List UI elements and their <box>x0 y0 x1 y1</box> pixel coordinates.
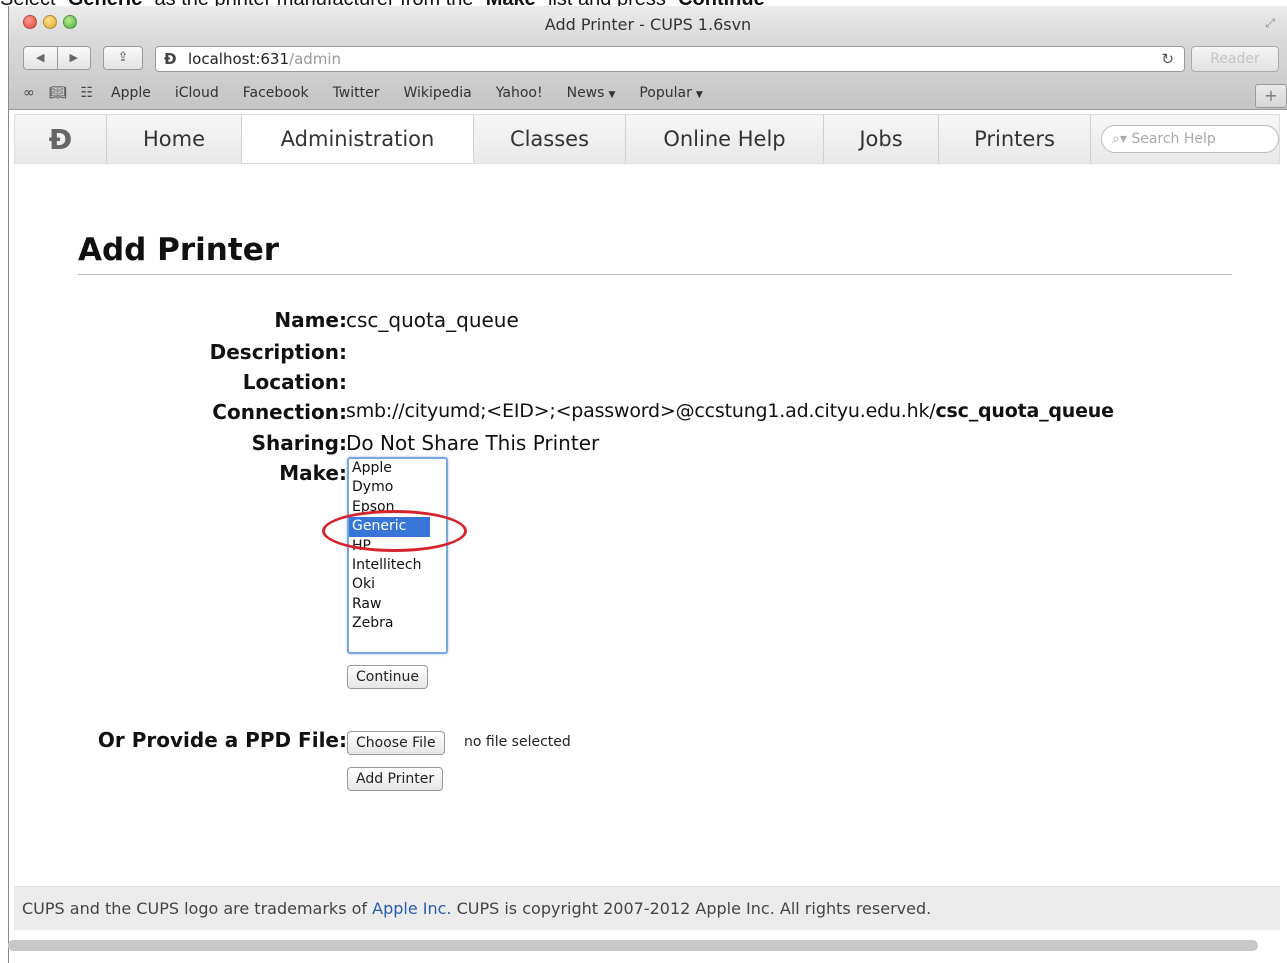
cups-nav-bar: Ɖ Home Administration Classes Online Hel… <box>14 114 1280 164</box>
bookmark-tools: ∞ 📖︎ ☷ <box>23 85 93 101</box>
reading-list-icon[interactable]: ∞ <box>23 85 35 101</box>
name-value: csc_quota_queue <box>346 308 519 332</box>
apple-inc-link[interactable]: Apple Inc. <box>372 899 451 918</box>
connection-uri: smb://cityumd;<EID>;<password>@ccstung1.… <box>346 400 936 422</box>
horizontal-scrollbar[interactable] <box>8 940 1258 951</box>
bookmark-item[interactable]: iCloud <box>175 85 219 101</box>
search-placeholder: Search Help <box>1131 131 1216 147</box>
tab-administration[interactable]: Administration <box>242 115 474 163</box>
make-label: Make: <box>279 461 347 485</box>
connection-queue-name: csc_quota_queue <box>935 400 1114 422</box>
dropdown-arrow-icon: ▼ <box>608 89 616 100</box>
tab-online-help[interactable]: Online Help <box>626 115 824 163</box>
footer: CUPS and the CUPS logo are trademarks of… <box>14 886 1280 930</box>
page-title: Add Printer <box>78 230 1232 275</box>
continue-button[interactable]: Continue <box>347 665 428 689</box>
address-bar[interactable]: Ɖ localhost:631/admin ↻ <box>155 46 1185 72</box>
fullscreen-icon[interactable]: ⤢ <box>1265 16 1275 31</box>
tab-home[interactable]: Home <box>107 115 242 163</box>
forward-button[interactable]: ▶ <box>58 47 91 69</box>
bookmark-folder-popular[interactable]: Popular ▼ <box>639 85 702 101</box>
make-option-oki[interactable]: Oki <box>349 575 446 594</box>
bookmark-item[interactable]: Yahoo! <box>496 85 543 101</box>
add-bookmark-button[interactable]: + <box>1255 84 1287 108</box>
make-listbox[interactable]: Apple Dymo Epson Generic HP Intellitech … <box>347 457 448 654</box>
tab-jobs[interactable]: Jobs <box>824 115 939 163</box>
connection-value: smb://cityumd;<EID>;<password>@ccstung1.… <box>346 400 1114 422</box>
bookmark-item[interactable]: Wikipedia <box>403 85 471 101</box>
bookmark-item[interactable]: Twitter <box>333 85 380 101</box>
url-host: localhost:631 <box>188 50 290 68</box>
top-sites-grid-icon[interactable]: ☷ <box>80 85 93 101</box>
annotation-highlight-circle <box>322 510 467 552</box>
bookmark-folder-label: News <box>566 84 605 101</box>
search-icon: ⌕▾ <box>1112 131 1132 147</box>
footer-copyright: CUPS is copyright 2007-2012 Apple Inc. A… <box>451 899 932 918</box>
connection-label: Connection: <box>212 400 347 424</box>
tab-classes[interactable]: Classes <box>474 115 626 163</box>
description-label: Description: <box>209 340 347 364</box>
cups-favicon-icon: Ɖ <box>164 50 177 68</box>
url-path: /admin <box>289 50 342 68</box>
bookmark-item[interactable]: Facebook <box>243 85 309 101</box>
sharing-label: Sharing: <box>251 431 347 455</box>
back-button[interactable]: ◀ <box>24 47 58 69</box>
add-printer-button[interactable]: Add Printer <box>347 767 444 791</box>
window-title: Add Printer - CUPS 1.6svn <box>544 15 752 34</box>
footer-text: CUPS and the CUPS logo are trademarks of <box>22 899 373 918</box>
title-bar: Add Printer - CUPS 1.6svn ⤢ <box>9 6 1287 42</box>
dropdown-arrow-icon: ▼ <box>695 89 703 100</box>
make-option-dymo[interactable]: Dymo <box>349 478 446 497</box>
browser-toolbar: ◀ ▶ ⇪ Ɖ localhost:631/admin ↻ Reader <box>9 42 1287 76</box>
bookmarks-bar: ∞ 📖︎ ☷ Apple iCloud Facebook Twitter Wik… <box>9 76 1287 110</box>
cups-logo-icon[interactable]: Ɖ <box>15 115 107 163</box>
location-label: Location: <box>242 370 347 394</box>
choose-file-button[interactable]: Choose File <box>347 731 445 755</box>
bookmark-item[interactable]: Apple <box>111 85 151 101</box>
bookmark-folder-label: Popular <box>639 84 692 101</box>
sharing-value: Do Not Share This Printer <box>346 431 600 455</box>
make-option-zebra[interactable]: Zebra <box>349 614 446 633</box>
name-label: Name: <box>274 308 347 332</box>
bookmark-folder-news[interactable]: News ▼ <box>567 85 616 101</box>
search-help-input[interactable]: ⌕▾ Search Help <box>1101 125 1279 153</box>
share-button[interactable]: ⇪ <box>103 46 143 70</box>
make-option-raw[interactable]: Raw <box>349 595 446 614</box>
make-option-apple[interactable]: Apple <box>349 459 446 478</box>
no-file-selected-text: no file selected <box>464 734 571 750</box>
reload-icon[interactable]: ↻ <box>1161 47 1174 71</box>
reader-button[interactable]: Reader <box>1191 46 1279 72</box>
nav-buttons: ◀ ▶ <box>23 46 91 70</box>
tab-printers[interactable]: Printers <box>939 115 1091 163</box>
bookmarks-book-icon[interactable]: 📖︎ <box>49 85 67 101</box>
make-option-intellitech[interactable]: Intellitech <box>349 556 446 575</box>
ppd-file-label: Or Provide a PPD File: <box>97 728 347 752</box>
